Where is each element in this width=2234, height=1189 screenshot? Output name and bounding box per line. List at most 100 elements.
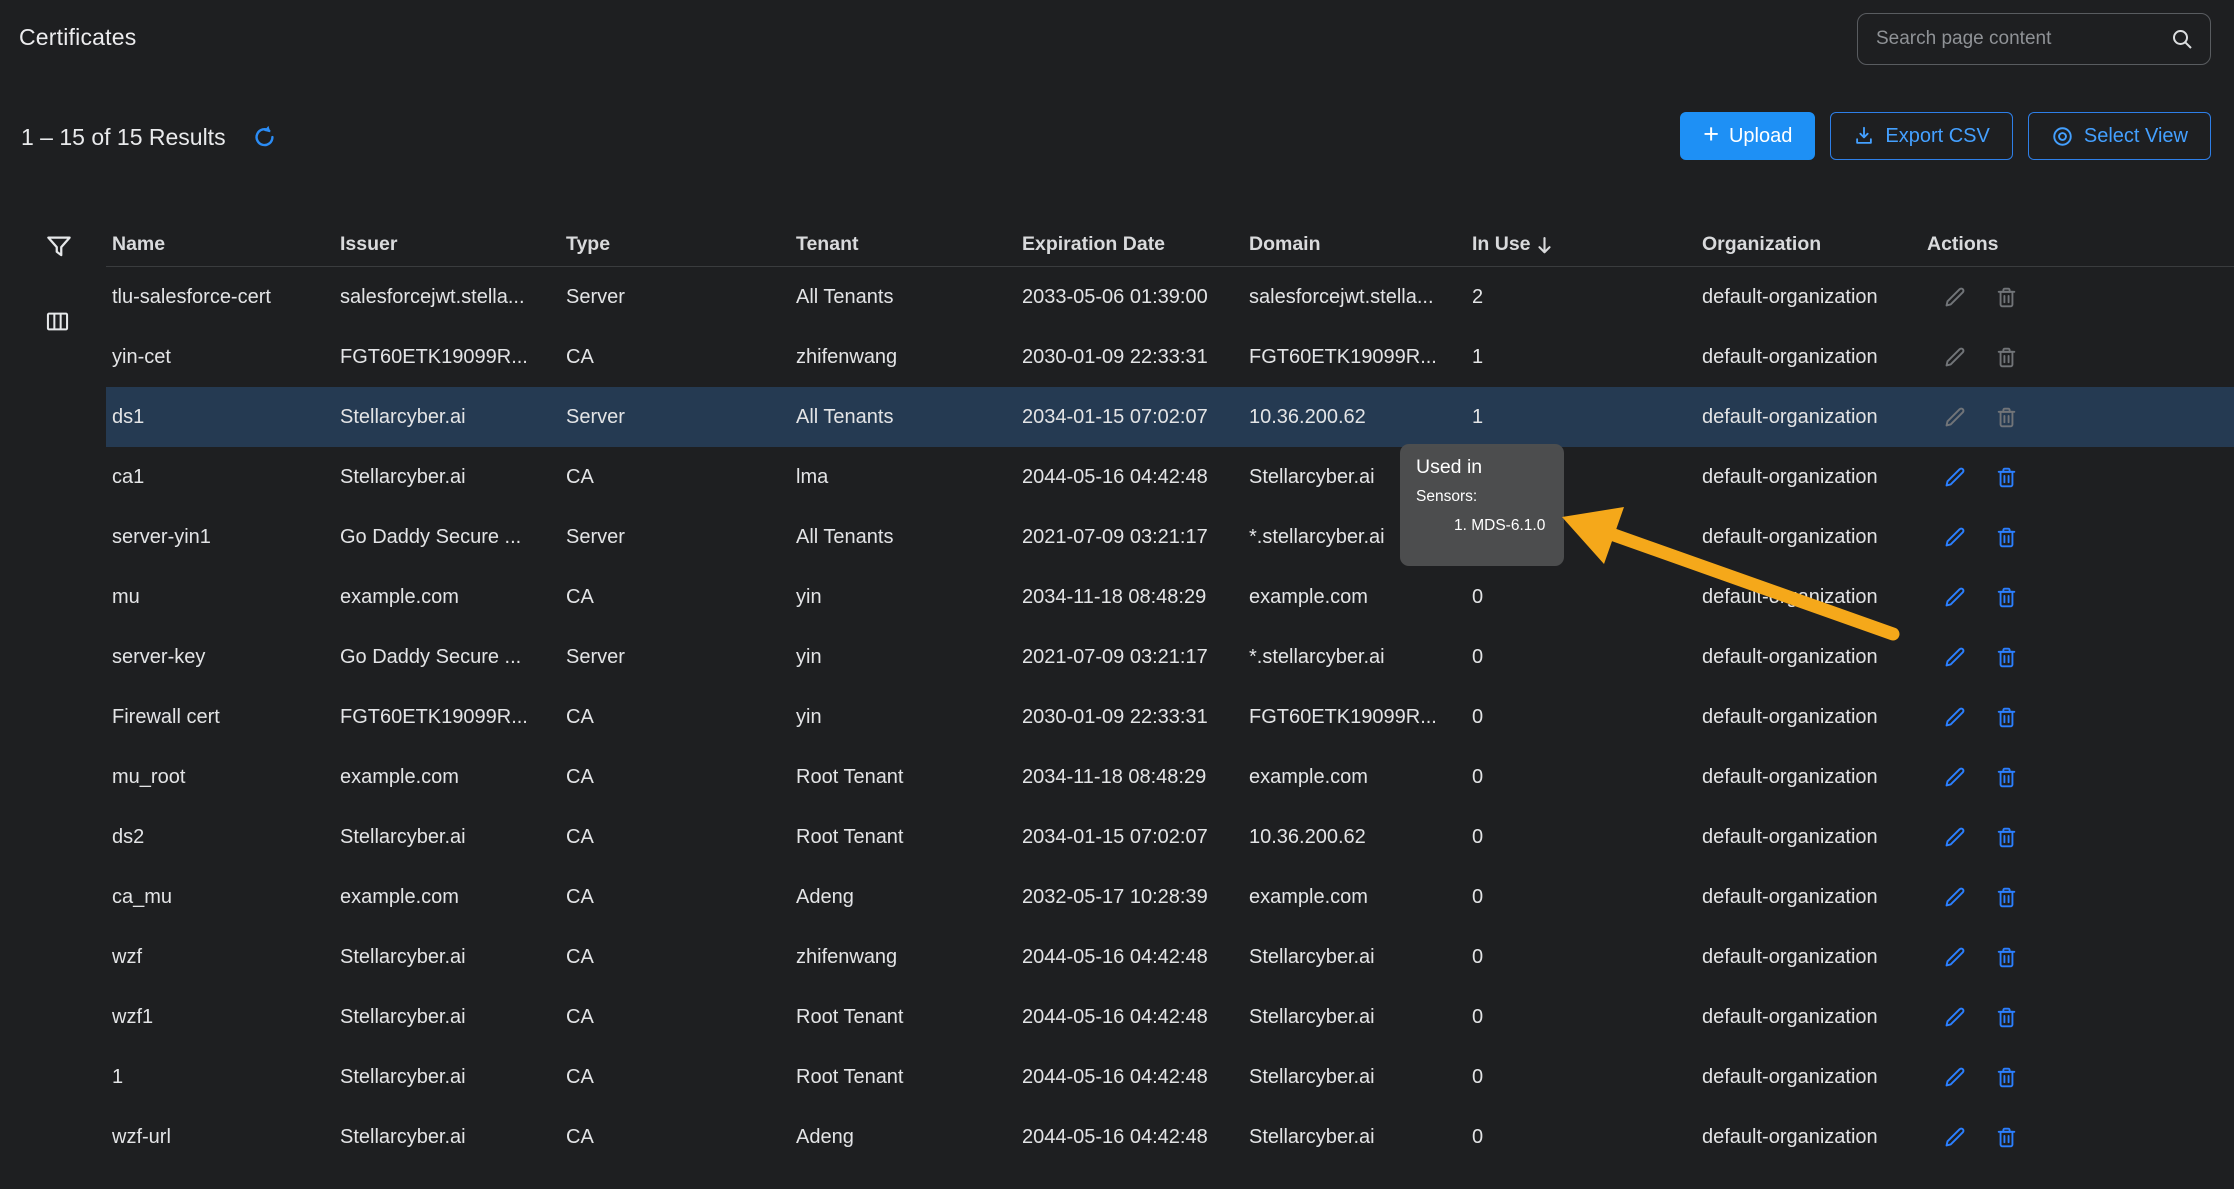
edit-button[interactable] (1942, 944, 1968, 970)
trash-icon (1994, 945, 2019, 970)
column-header-in-use[interactable]: In Use (1466, 233, 1696, 256)
cell-in-use: 0 (1466, 946, 1696, 969)
delete-button[interactable] (1994, 404, 2019, 430)
pencil-icon (1942, 464, 1968, 490)
table-row[interactable]: wzfStellarcyber.aiCAzhifenwang2044-05-16… (106, 927, 2234, 987)
table-row[interactable]: ds2Stellarcyber.aiCARoot Tenant2034-01-1… (106, 807, 2234, 867)
cell-expiration: 2034-01-15 07:02:07 (1016, 826, 1243, 849)
select-view-button[interactable]: Select View (2028, 112, 2211, 160)
column-header-type[interactable]: Type (560, 233, 790, 256)
cell-name: wzf-url (106, 1126, 334, 1149)
table-row[interactable]: yin-cetFGT60ETK19099R...CAzhifenwang2030… (106, 327, 2234, 387)
cell-domain: salesforcejwt.stella... (1243, 286, 1466, 309)
cell-organization: default-organization (1696, 1126, 1921, 1149)
cell-in-use: 1 (1466, 346, 1696, 369)
edit-button[interactable] (1942, 1004, 1968, 1030)
cell-expiration: 2021-07-09 03:21:17 (1016, 646, 1243, 669)
edit-button[interactable] (1942, 884, 1968, 910)
column-header-name[interactable]: Name (106, 233, 334, 256)
columns-button[interactable] (44, 308, 78, 335)
table-row[interactable]: wzf1Stellarcyber.aiCARoot Tenant2044-05-… (106, 987, 2234, 1047)
delete-button[interactable] (1994, 524, 2019, 550)
column-header-label: Issuer (340, 233, 397, 256)
delete-button[interactable] (1994, 284, 2019, 310)
export-csv-button[interactable]: Export CSV (1830, 112, 2012, 160)
table-row[interactable]: ds1Stellarcyber.aiServerAll Tenants2034-… (106, 387, 2234, 447)
delete-button[interactable] (1994, 704, 2019, 730)
cell-expiration: 2021-07-09 03:21:17 (1016, 526, 1243, 549)
refresh-icon (252, 125, 277, 150)
delete-button[interactable] (1994, 884, 2019, 910)
table-row[interactable]: ca1Stellarcyber.aiCAlma2044-05-16 04:42:… (106, 447, 2234, 507)
cell-tenant: Root Tenant (790, 1066, 1016, 1089)
trash-icon (1994, 405, 2019, 430)
cell-actions (1921, 704, 2234, 730)
column-header-expiration-date[interactable]: Expiration Date (1016, 233, 1243, 256)
delete-button[interactable] (1994, 1064, 2019, 1090)
results-count: 1 – 15 of 15 Results (21, 124, 226, 151)
column-header-issuer[interactable]: Issuer (334, 233, 560, 256)
refresh-button[interactable] (252, 125, 277, 150)
trash-icon (1994, 705, 2019, 730)
delete-button[interactable] (1994, 944, 2019, 970)
trash-icon (1994, 525, 2019, 550)
trash-icon (1994, 465, 2019, 490)
search-box[interactable] (1857, 13, 2211, 65)
cell-type: CA (560, 706, 790, 729)
cell-domain: *.stellarcyber.ai (1243, 646, 1466, 669)
trash-icon (1994, 1065, 2019, 1090)
cell-issuer: example.com (334, 766, 560, 789)
table-row[interactable]: 1Stellarcyber.aiCARoot Tenant2044-05-16 … (106, 1047, 2234, 1107)
cell-expiration: 2044-05-16 04:42:48 (1016, 1006, 1243, 1029)
delete-button[interactable] (1994, 464, 2019, 490)
search-input[interactable] (1876, 28, 2170, 50)
edit-button[interactable] (1942, 524, 1968, 550)
edit-button[interactable] (1942, 344, 1968, 370)
table-row[interactable]: mu_rootexample.comCARoot Tenant2034-11-1… (106, 747, 2234, 807)
edit-button[interactable] (1942, 644, 1968, 670)
column-header-organization[interactable]: Organization (1696, 233, 1921, 256)
table-row[interactable]: ca_muexample.comCAAdeng2032-05-17 10:28:… (106, 867, 2234, 927)
delete-button[interactable] (1994, 344, 2019, 370)
column-header-tenant[interactable]: Tenant (790, 233, 1016, 256)
table-row[interactable]: server-yin1Go Daddy Secure ...ServerAll … (106, 507, 2234, 567)
edit-button[interactable] (1942, 584, 1968, 610)
cell-in-use: 0 (1466, 1066, 1696, 1089)
cell-type: Server (560, 406, 790, 429)
edit-button[interactable] (1942, 404, 1968, 430)
table-row[interactable]: muexample.comCAyin2034-11-18 08:48:29exa… (106, 567, 2234, 627)
cell-domain: FGT60ETK19099R... (1243, 706, 1466, 729)
table-row[interactable]: Firewall certFGT60ETK19099R...CAyin2030-… (106, 687, 2234, 747)
export-csv-label: Export CSV (1885, 125, 1989, 148)
edit-button[interactable] (1942, 284, 1968, 310)
column-header-domain[interactable]: Domain (1243, 233, 1466, 256)
table-row[interactable]: server-keyGo Daddy Secure ...Serveryin20… (106, 627, 2234, 687)
cell-issuer: Stellarcyber.ai (334, 946, 560, 969)
filter-button[interactable] (44, 232, 78, 262)
delete-button[interactable] (1994, 1004, 2019, 1030)
cell-name: wzf (106, 946, 334, 969)
table-row[interactable]: tlu-salesforce-certsalesforcejwt.stella.… (106, 267, 2234, 327)
delete-button[interactable] (1994, 764, 2019, 790)
trash-icon (1994, 825, 2019, 850)
edit-button[interactable] (1942, 704, 1968, 730)
cell-tenant: yin (790, 586, 1016, 609)
cell-tenant: Adeng (790, 1126, 1016, 1149)
cell-tenant: All Tenants (790, 286, 1016, 309)
delete-button[interactable] (1994, 824, 2019, 850)
select-view-label: Select View (2084, 125, 2188, 148)
table-row[interactable]: wzf-urlStellarcyber.aiCAAdeng2044-05-16 … (106, 1107, 2234, 1167)
edit-button[interactable] (1942, 764, 1968, 790)
cell-name: ds1 (106, 406, 334, 429)
edit-button[interactable] (1942, 824, 1968, 850)
edit-button[interactable] (1942, 1064, 1968, 1090)
delete-button[interactable] (1994, 644, 2019, 670)
cell-name: ca_mu (106, 886, 334, 909)
search-icon[interactable] (2170, 27, 2194, 51)
delete-button[interactable] (1994, 1124, 2019, 1150)
cell-in-use: 0 (1466, 646, 1696, 669)
delete-button[interactable] (1994, 584, 2019, 610)
edit-button[interactable] (1942, 1124, 1968, 1150)
edit-button[interactable] (1942, 464, 1968, 490)
upload-button[interactable]: + Upload (1680, 112, 1815, 160)
